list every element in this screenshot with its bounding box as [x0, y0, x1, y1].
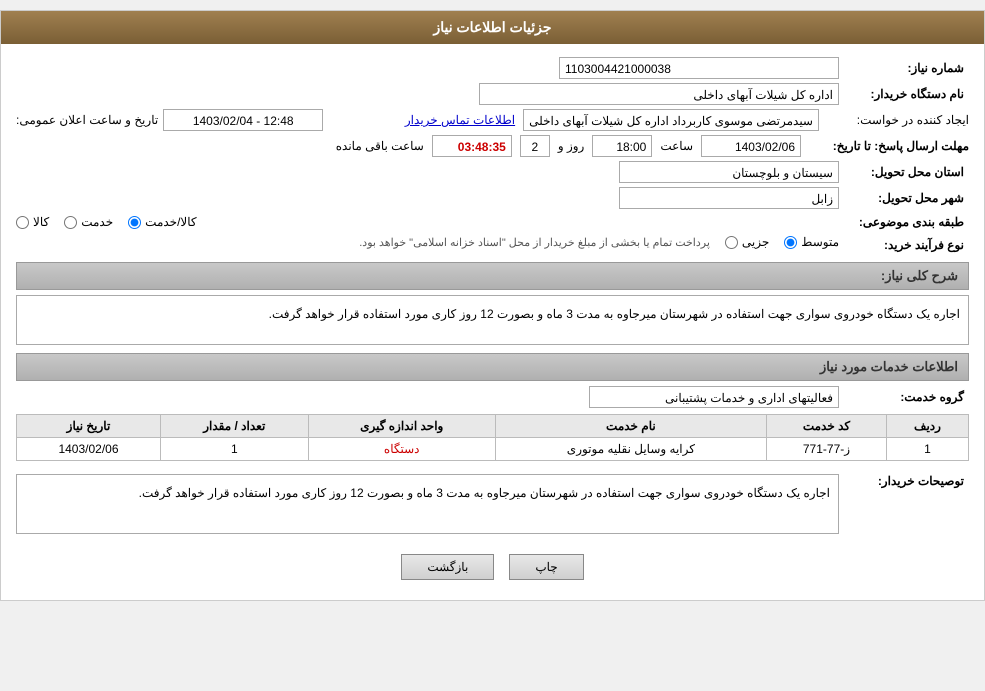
print-button[interactable]: چاپ	[509, 554, 583, 580]
mohlat-rooz-value: 2	[520, 135, 550, 157]
col-date: تاریخ نیاز	[17, 415, 161, 438]
nooe-jozi-radio[interactable]: جزیی	[725, 235, 769, 249]
shomara-niaz-label: شماره نیاز:	[839, 59, 969, 77]
nooe-label: نوع فرآیند خرید:	[839, 235, 969, 254]
tabaqe-kala-khadamat-input[interactable]	[128, 216, 141, 229]
mohlat-saat-label: ساعت	[660, 139, 693, 153]
sharh-section-title: شرح کلی نیاز:	[16, 262, 969, 290]
mohlat-date: 1403/02/06	[701, 135, 801, 157]
mohlat-rooz-label: روز و	[558, 139, 585, 153]
back-button[interactable]: بازگشت	[401, 554, 494, 580]
tabaqe-kala-khadamat-label: کالا/خدمت	[145, 215, 196, 229]
group-label: گروه خدمت:	[839, 388, 969, 406]
nooe-motoset-radio[interactable]: متوسط	[784, 235, 839, 249]
mohlat-saat-value: 18:00	[592, 135, 652, 157]
nam-dastgah-value: اداره کل شیلات آبهای داخلی	[479, 83, 839, 105]
services-table: ردیف کد خدمت نام خدمت واحد اندازه گیری ت…	[16, 414, 969, 461]
tabaqe-khadamat-radio[interactable]: خدمت	[64, 215, 113, 229]
page-title: جزئیات اطلاعات نیاز	[1, 11, 984, 44]
nooe-note: پرداخت تمام یا بخشی از مبلغ خریدار از مح…	[359, 236, 710, 249]
tabaqe-kala-khadamat-radio[interactable]: کالا/خدمت	[128, 215, 196, 229]
tabaqe-kala-radio[interactable]: کالا	[16, 215, 49, 229]
khadamat-section-title: اطلاعات خدمات مورد نیاز	[16, 353, 969, 381]
shomara-niaz-value: 1103004421000038	[559, 57, 839, 79]
nooe-jozi-label: جزیی	[742, 235, 769, 249]
tabaqe-khadamat-input[interactable]	[64, 216, 77, 229]
col-radif: ردیف	[887, 415, 969, 438]
cell-code: ز-77-771	[766, 438, 886, 461]
tabaqe-khadamat-label: خدمت	[81, 215, 113, 229]
cell-date: 1403/02/06	[17, 438, 161, 461]
cell-name: کرایه وسایل نقلیه موتوری	[495, 438, 766, 461]
tarikh-value: 1403/02/04 - 12:48	[163, 109, 323, 131]
etelaat-tamas-link[interactable]: اطلاعات تماس خریدار	[405, 113, 515, 127]
nam-dastgah-label: نام دستگاه خریدار:	[839, 85, 969, 103]
col-name: نام خدمت	[495, 415, 766, 438]
tarikh-label: تاریخ و ساعت اعلان عمومی:	[16, 113, 158, 127]
ostan-label: استان محل تحویل:	[839, 163, 969, 181]
sharh-text: اجاره یک دستگاه خودروی سواری جهت استفاده…	[16, 295, 969, 345]
nooe-motoset-label: متوسط	[801, 235, 839, 249]
ijad-konande-value: سیدمرتضی موسوی کاربرداد اداره کل شیلات آ…	[523, 109, 819, 131]
mohlat-countdown: 03:48:35	[432, 135, 512, 157]
tosif-text: اجاره یک دستگاه خودروی سواری جهت استفاده…	[16, 474, 839, 534]
nooe-jozi-input[interactable]	[725, 236, 738, 249]
shahr-label: شهر محل تحویل:	[839, 189, 969, 207]
cell-unit: دستگاه	[308, 438, 495, 461]
cell-count: 1	[160, 438, 308, 461]
mohlat-baqi-label: ساعت باقی مانده	[336, 139, 424, 153]
table-row: 1ز-77-771کرایه وسایل نقلیه موتوریدستگاه1…	[17, 438, 969, 461]
ostan-value: سیستان و بلوچستان	[619, 161, 839, 183]
group-value: فعالیتهای اداری و خدمات پشتیبانی	[589, 386, 839, 408]
col-unit: واحد اندازه گیری	[308, 415, 495, 438]
col-count: تعداد / مقدار	[160, 415, 308, 438]
nooe-motoset-input[interactable]	[784, 236, 797, 249]
shahr-value: زابل	[619, 187, 839, 209]
tosif-label: توصیحات خریدار:	[839, 469, 969, 490]
tabaqe-label: طبقه بندی موضوعی:	[839, 213, 969, 231]
tabaqe-kala-label: کالا	[33, 215, 49, 229]
tabaqe-kala-input[interactable]	[16, 216, 29, 229]
ijad-konande-label: ایجاد کننده در خواست:	[819, 113, 969, 127]
mohlat-label: مهلت ارسال پاسخ: تا تاریخ:	[809, 139, 969, 153]
col-code: کد خدمت	[766, 415, 886, 438]
cell-radif: 1	[887, 438, 969, 461]
